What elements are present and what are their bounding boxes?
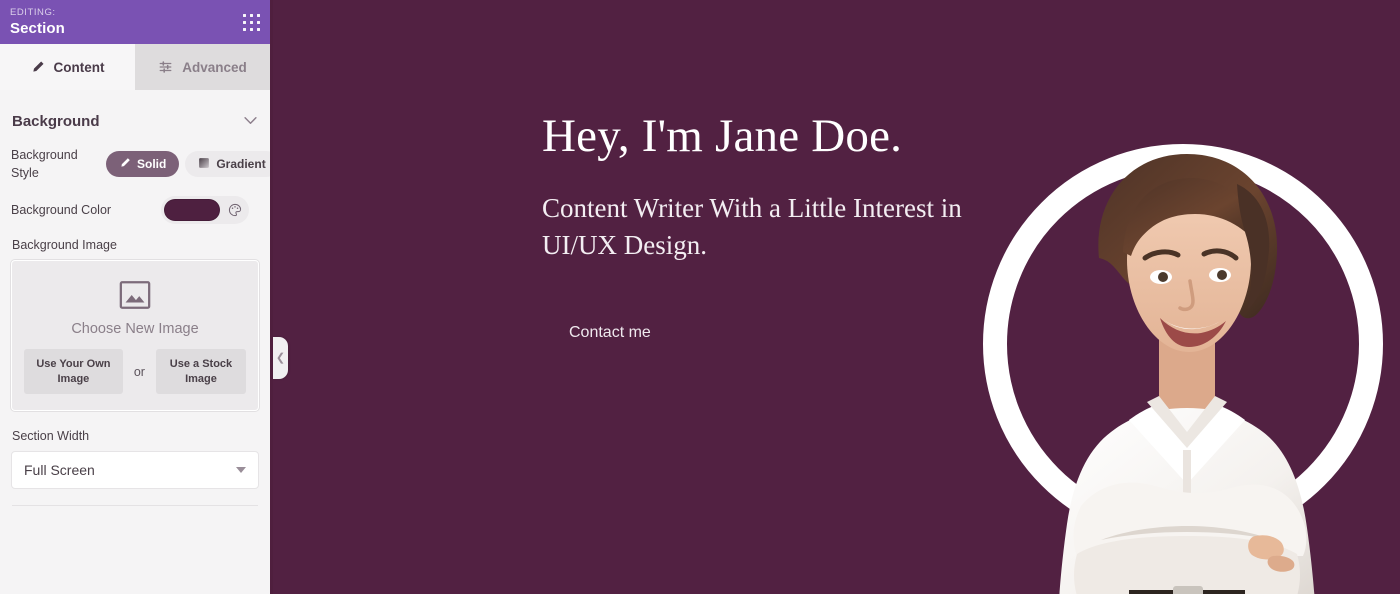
chevron-down-icon[interactable] [243, 112, 258, 130]
background-style-toggle: Solid Gradient [106, 151, 270, 178]
hero-subtitle[interactable]: Content Writer With a Little Interest in… [542, 190, 1012, 265]
sidebar-tabs: Content Advanced [0, 44, 270, 90]
image-picker-buttons: Use Your Own Image or Use a Stock Image [24, 349, 246, 394]
page-canvas[interactable]: Hey, I'm Jane Doe. Content Writer With a… [273, 0, 1400, 594]
sidebar-header: EDITING: Section [0, 0, 270, 44]
use-stock-image-button[interactable]: Use a Stock Image [155, 349, 246, 394]
editing-target-name: Section [10, 19, 65, 37]
background-style-solid-button[interactable]: Solid [106, 151, 180, 178]
contact-me-link[interactable]: Contact me [569, 324, 651, 342]
background-color-control [161, 196, 249, 225]
background-section-header[interactable]: Background [11, 90, 259, 146]
section-width-label: Section Width [12, 428, 90, 443]
background-color-row: Background Color [11, 196, 259, 225]
background-style-gradient-label: Gradient [216, 157, 266, 172]
background-color-swatch[interactable] [164, 199, 220, 222]
background-section-title: Background [12, 112, 100, 130]
chevron-left-icon: ❮ [275, 351, 286, 364]
tab-content-label: Content [53, 59, 105, 75]
tab-content[interactable]: Content [0, 44, 135, 90]
image-placeholder-icon [24, 278, 246, 312]
settings-sidebar: EDITING: Section Content Advanced Backgr… [0, 0, 273, 594]
settings-divider [12, 504, 258, 506]
section-editor-app: EDITING: Section Content Advanced Backgr… [0, 0, 1400, 594]
use-own-image-button[interactable]: Use Your Own Image [24, 349, 123, 394]
background-style-solid-label: Solid [137, 157, 167, 172]
tab-advanced-label: Advanced [182, 59, 247, 75]
or-separator: or [133, 364, 145, 379]
background-image-picker[interactable]: Choose New Image Use Your Own Image or U… [11, 260, 259, 411]
background-style-gradient-button[interactable]: Gradient [185, 151, 270, 178]
hero-title[interactable]: Hey, I'm Jane Doe. [542, 110, 1012, 163]
background-color-label: Background Color [11, 203, 112, 218]
background-style-row: Background Style Solid Gradient [11, 146, 270, 182]
brush-icon [119, 157, 131, 172]
background-style-label: Background Style [11, 148, 78, 181]
section-width-select[interactable]: Full Screen [11, 450, 259, 489]
editing-title-group: EDITING: Section [10, 8, 65, 36]
hero-text-block: Hey, I'm Jane Doe. Content Writer With a… [542, 110, 1012, 342]
palette-icon[interactable] [228, 203, 242, 217]
gradient-icon [198, 157, 210, 172]
choose-new-image-title: Choose New Image [71, 321, 199, 338]
background-image-label: Background Image [12, 238, 117, 253]
caret-down-icon [236, 466, 246, 473]
section-width-select-wrap: Full Screen [11, 450, 259, 489]
tab-advanced[interactable]: Advanced [135, 44, 270, 90]
pencil-icon [31, 60, 45, 74]
grid-apps-icon[interactable] [243, 13, 260, 31]
sidebar-collapse-handle[interactable]: ❮ [273, 337, 288, 379]
avatar [1059, 154, 1315, 594]
portrait-block [983, 144, 1383, 594]
editing-label: EDITING: [10, 7, 56, 19]
sidebar-body: Background Background Style Solid Gradie… [0, 90, 270, 594]
section-width-value: Full Screen [24, 461, 95, 478]
sliders-icon [158, 60, 173, 74]
